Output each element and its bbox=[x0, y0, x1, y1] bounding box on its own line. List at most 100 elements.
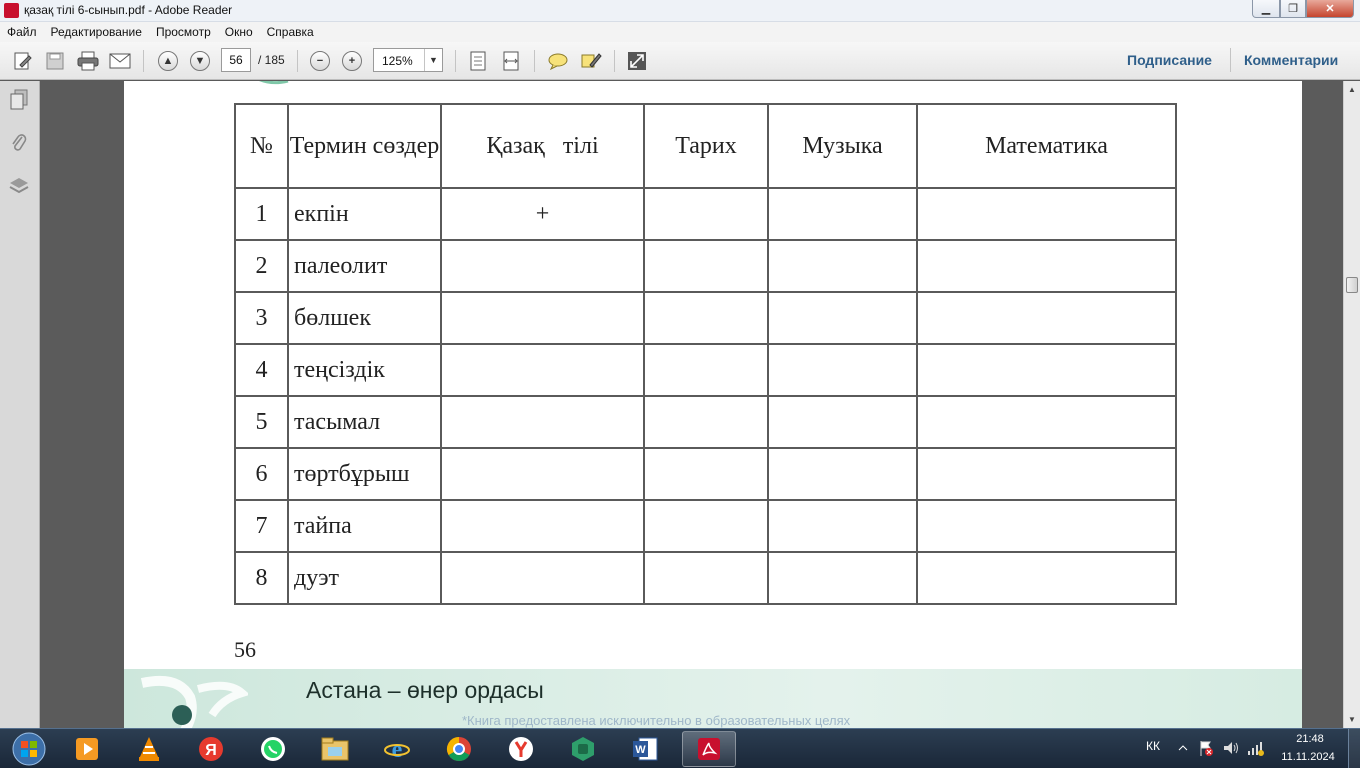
fit-width-button[interactable] bbox=[499, 49, 523, 73]
taskbar-yandex-browser[interactable] bbox=[494, 731, 548, 767]
comments-panel-link[interactable]: Комментарии bbox=[1244, 52, 1338, 68]
menu-help[interactable]: Справка bbox=[260, 25, 321, 39]
math-cell bbox=[916, 343, 1177, 397]
term-cell: бөлшек bbox=[287, 291, 442, 345]
svg-text:Я: Я bbox=[205, 742, 217, 759]
music-cell bbox=[767, 343, 918, 397]
print-button[interactable] bbox=[76, 49, 100, 73]
scroll-up-arrow-icon[interactable]: ▲ bbox=[1344, 81, 1360, 97]
kazakh-cell bbox=[440, 239, 645, 293]
create-pdf-button[interactable] bbox=[11, 49, 35, 73]
fit-page-button[interactable] bbox=[466, 49, 490, 73]
fit-width-icon bbox=[503, 51, 519, 71]
expand-button[interactable] bbox=[625, 49, 649, 73]
pages-icon bbox=[10, 89, 28, 110]
previous-page-button[interactable]: ▲ bbox=[156, 49, 180, 73]
zoom-in-button[interactable]: + bbox=[340, 49, 364, 73]
layers-button[interactable] bbox=[8, 175, 30, 197]
menu-edit[interactable]: Редактирование bbox=[44, 25, 149, 39]
taskbar-app-green[interactable] bbox=[556, 731, 610, 767]
taskbar-adobe-reader[interactable] bbox=[682, 731, 736, 767]
save-button[interactable] bbox=[43, 49, 67, 73]
svg-text:W: W bbox=[635, 744, 646, 756]
clock-date[interactable]: 11.11.2024 bbox=[1278, 751, 1338, 763]
row-number: 3 bbox=[234, 291, 289, 345]
music-cell bbox=[767, 551, 918, 605]
navigation-pane bbox=[0, 81, 40, 728]
add-comment-button[interactable] bbox=[546, 49, 570, 73]
tray-expand-icon[interactable] bbox=[1178, 743, 1188, 753]
toolbar-separator bbox=[143, 50, 144, 72]
music-cell bbox=[767, 239, 918, 293]
history-cell bbox=[643, 343, 769, 397]
taskbar-chrome[interactable] bbox=[432, 731, 486, 767]
network-signal-icon[interactable] bbox=[1246, 739, 1264, 757]
menu-view[interactable]: Просмотр bbox=[149, 25, 218, 39]
clock-time[interactable]: 21:48 bbox=[1290, 733, 1330, 745]
minus-icon: − bbox=[310, 51, 330, 71]
kazakh-cell: + bbox=[440, 187, 645, 241]
table-row: 1 екпін + bbox=[234, 187, 1177, 241]
taskbar-media-player[interactable] bbox=[60, 731, 114, 767]
sign-panel-link[interactable]: Подписание bbox=[1127, 52, 1212, 68]
toolbar-separator bbox=[1230, 48, 1231, 72]
language-indicator[interactable]: КК bbox=[1146, 739, 1160, 753]
start-button[interactable] bbox=[6, 730, 52, 768]
table-header-row: № Термин сөздер Қазақ тілі Тарих Музыка … bbox=[234, 103, 1177, 189]
column-header-terms: Термин сөздер bbox=[287, 103, 442, 189]
math-cell bbox=[916, 499, 1177, 553]
minimize-button[interactable]: ▁ bbox=[1252, 0, 1280, 18]
table-row: 4 теңсіздік bbox=[234, 343, 1177, 397]
layers-icon bbox=[9, 178, 29, 194]
document-viewport[interactable]: № Термин сөздер Қазақ тілі Тарих Музыка … bbox=[41, 81, 1343, 728]
zoom-select[interactable]: 125% ▼ bbox=[373, 48, 443, 72]
attachments-button[interactable] bbox=[8, 132, 30, 154]
taskbar-explorer[interactable] bbox=[308, 731, 362, 767]
next-page-button[interactable]: ▼ bbox=[188, 49, 212, 73]
taskbar-vlc[interactable] bbox=[122, 731, 176, 767]
chevron-down-icon[interactable]: ▼ bbox=[424, 49, 442, 71]
adobe-reader-window: қазақ тілі 6-сынып.pdf - Adobe Reader ▁ … bbox=[0, 0, 1360, 768]
column-header-number: № bbox=[234, 103, 289, 189]
zoom-out-button[interactable]: − bbox=[308, 49, 332, 73]
maximize-button[interactable]: ❐ bbox=[1280, 0, 1306, 18]
scrollbar-thumb[interactable] bbox=[1346, 277, 1358, 293]
kazakh-cell bbox=[440, 551, 645, 605]
vertical-scrollbar[interactable]: ▲ ▼ bbox=[1343, 81, 1360, 728]
history-cell bbox=[643, 187, 769, 241]
term-cell: дуэт bbox=[287, 551, 442, 605]
expand-arrows-icon bbox=[628, 52, 646, 70]
taskbar-whatsapp[interactable] bbox=[246, 731, 300, 767]
title-bar: қазақ тілі 6-сынып.pdf - Adobe Reader ▁ … bbox=[0, 0, 1360, 22]
table-row: 6 төртбұрыш bbox=[234, 447, 1177, 501]
math-cell bbox=[916, 187, 1177, 241]
highlighter-icon bbox=[581, 53, 602, 68]
kazakh-cell bbox=[440, 499, 645, 553]
page-number-input[interactable]: 56 bbox=[221, 48, 251, 72]
menu-file[interactable]: Файл bbox=[0, 25, 44, 39]
edit-document-icon bbox=[14, 52, 32, 70]
whatsapp-icon bbox=[261, 737, 285, 761]
music-cell bbox=[767, 395, 918, 449]
volume-icon[interactable] bbox=[1222, 739, 1240, 757]
taskbar-internet-explorer[interactable]: e bbox=[370, 731, 424, 767]
close-button[interactable]: ✕ bbox=[1306, 0, 1354, 18]
highlight-button[interactable] bbox=[579, 49, 603, 73]
row-number: 7 bbox=[234, 499, 289, 553]
kazakh-cell bbox=[440, 343, 645, 397]
menu-bar: Файл Редактирование Просмотр Окно Справк… bbox=[0, 22, 1360, 42]
action-center-flag-icon[interactable] bbox=[1198, 739, 1214, 757]
music-cell bbox=[767, 187, 918, 241]
menu-window[interactable]: Окно bbox=[218, 25, 260, 39]
scroll-down-arrow-icon[interactable]: ▼ bbox=[1344, 711, 1360, 727]
show-desktop-button[interactable] bbox=[1348, 729, 1360, 768]
taskbar-word[interactable]: W bbox=[618, 731, 672, 767]
email-button[interactable] bbox=[108, 49, 132, 73]
page-total-label: / 185 bbox=[258, 53, 285, 67]
taskbar-yandex[interactable]: Я bbox=[184, 731, 238, 767]
arrow-up-icon: ▲ bbox=[158, 51, 178, 71]
row-number: 1 bbox=[234, 187, 289, 241]
kazakh-cell bbox=[440, 291, 645, 345]
yandex-icon: Я bbox=[199, 737, 223, 761]
page-thumbnails-button[interactable] bbox=[8, 89, 30, 111]
